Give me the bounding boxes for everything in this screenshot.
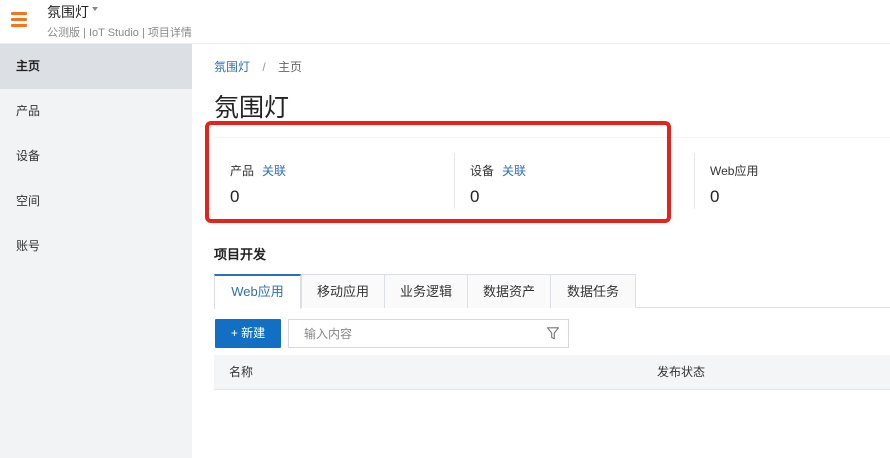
stat-devices-value: 0 bbox=[470, 187, 480, 206]
sidebar-item-spaces[interactable]: 空间 bbox=[0, 179, 192, 224]
column-header-publish-status[interactable]: 发布状态 bbox=[657, 355, 705, 390]
stats-panel: 产品 关联 0 设备 关联 0 Web应用 0 bbox=[214, 137, 890, 223]
main-content: 氛围灯 / 主页 氛围灯 产品 关联 0 设备 关联 0 Web应用 0 项目开发 … bbox=[192, 44, 890, 458]
tab-data-assets[interactable]: 数据资产 bbox=[467, 274, 551, 308]
stat-divider bbox=[454, 153, 455, 209]
table-header: 名称 发布状态 bbox=[214, 355, 890, 390]
sidebar: 主页 产品 设备 空间 账号 bbox=[0, 44, 192, 458]
dev-tabs: Web应用 移动应用 业务逻辑 数据资产 数据任务 bbox=[214, 274, 890, 309]
top-bar: 氛围灯 公测版 | IoT Studio | 项目详情 bbox=[0, 0, 890, 44]
stat-web-apps: Web应用 0 bbox=[710, 138, 890, 224]
stat-devices-label: 设备 关联 bbox=[470, 162, 526, 179]
breadcrumb: 氛围灯 / 主页 bbox=[214, 58, 302, 75]
stat-products-value: 0 bbox=[230, 187, 240, 206]
page-title: 氛围灯 bbox=[214, 94, 290, 122]
new-button[interactable]: + 新建 bbox=[215, 319, 281, 348]
breadcrumb-separator: / bbox=[262, 60, 266, 74]
menu-icon[interactable] bbox=[11, 11, 27, 27]
project-name[interactable]: 氛围灯 bbox=[47, 2, 89, 22]
sidebar-item-products[interactable]: 产品 bbox=[0, 89, 192, 134]
associate-devices-link[interactable]: 关联 bbox=[502, 164, 526, 178]
sidebar-item-accounts[interactable]: 账号 bbox=[0, 224, 192, 269]
section-title: 项目开发 bbox=[214, 247, 267, 262]
breadcrumb-current: 主页 bbox=[278, 60, 303, 74]
stat-products-label: 产品 关联 bbox=[230, 162, 286, 179]
stat-label-text: 产品 bbox=[230, 164, 255, 178]
stat-products: 产品 关联 0 bbox=[230, 138, 450, 224]
tab-data-tasks[interactable]: 数据任务 bbox=[550, 274, 636, 308]
tab-business-logic[interactable]: 业务逻辑 bbox=[384, 274, 468, 308]
stat-web-apps-value: 0 bbox=[710, 187, 720, 206]
tab-web-apps[interactable]: Web应用 bbox=[214, 274, 301, 309]
stat-devices: 设备 关联 0 bbox=[470, 138, 690, 224]
tab-mobile-apps[interactable]: 移动应用 bbox=[301, 274, 385, 308]
sidebar-item-home[interactable]: 主页 bbox=[0, 44, 192, 89]
stat-divider bbox=[694, 153, 695, 209]
project-subtitle: 公测版 | IoT Studio | 项目详情 bbox=[47, 27, 192, 39]
stat-label-text: Web应用 bbox=[710, 164, 759, 178]
sidebar-item-devices[interactable]: 设备 bbox=[0, 134, 192, 179]
column-header-name[interactable]: 名称 bbox=[229, 355, 253, 390]
chevron-down-icon[interactable] bbox=[92, 7, 98, 11]
associate-products-link[interactable]: 关联 bbox=[262, 164, 286, 178]
stat-label-text: 设备 bbox=[470, 164, 495, 178]
breadcrumb-root-link[interactable]: 氛围灯 bbox=[214, 60, 250, 74]
search-input[interactable] bbox=[289, 320, 539, 347]
stat-web-apps-label: Web应用 bbox=[710, 162, 758, 179]
search-box bbox=[288, 319, 569, 348]
filter-icon[interactable] bbox=[547, 327, 559, 340]
